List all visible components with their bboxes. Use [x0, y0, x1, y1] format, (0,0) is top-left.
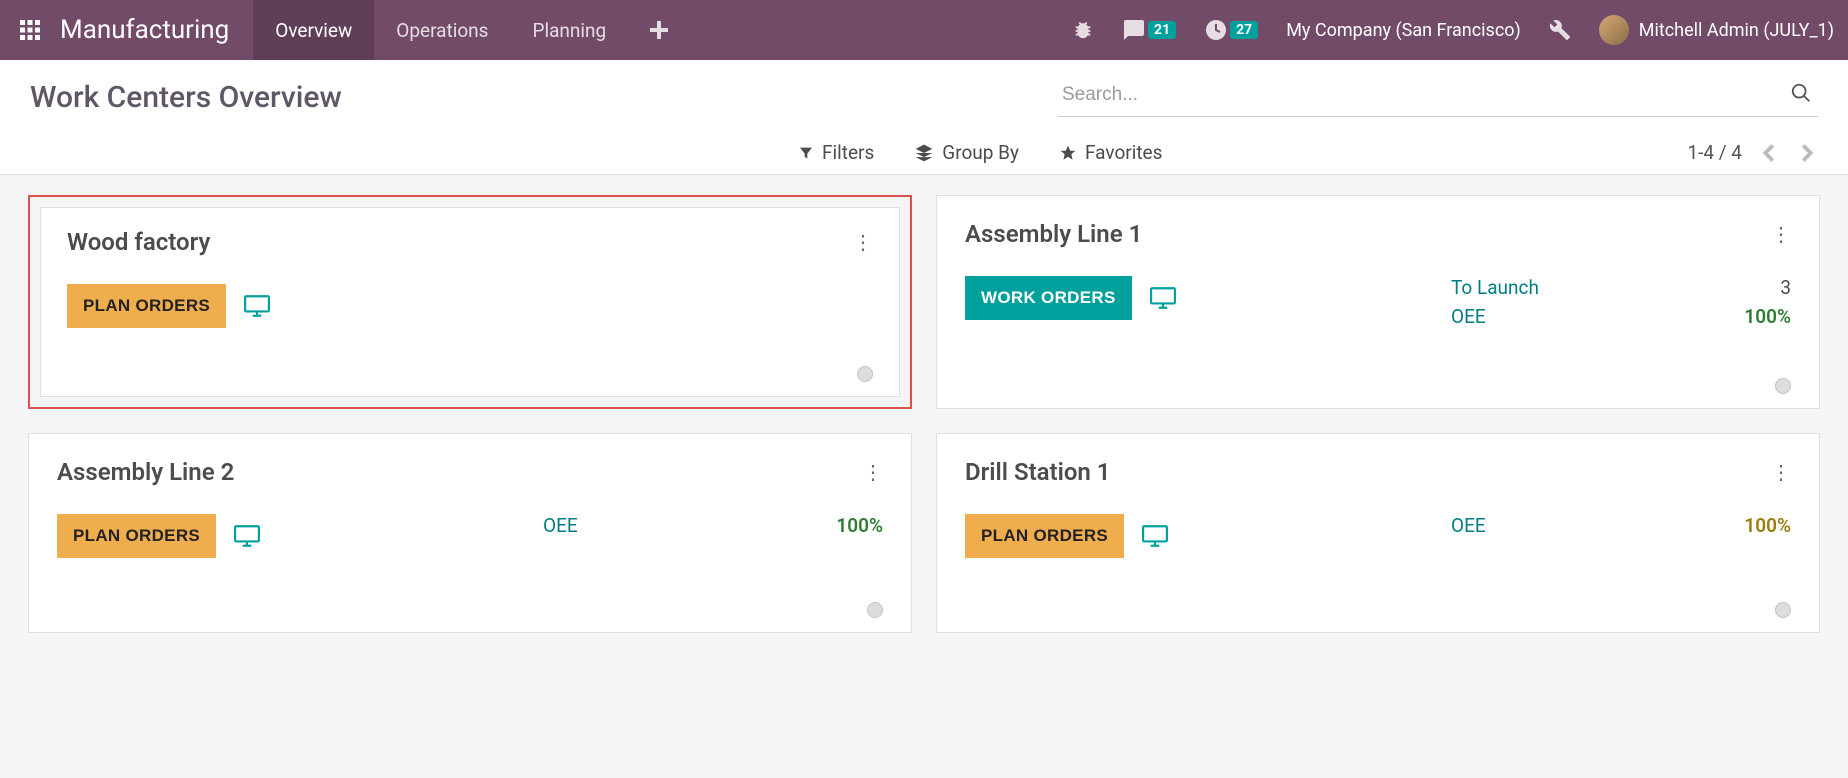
workcenter-card[interactable]: Assembly Line 1 ⋮ WORK ORDERS To Launch …	[936, 195, 1820, 409]
page-title: Work Centers Overview	[30, 80, 342, 115]
pager-next[interactable]	[1796, 143, 1818, 163]
company-switcher[interactable]: My Company (San Francisco)	[1272, 20, 1535, 41]
avatar	[1599, 15, 1629, 45]
workcenter-card[interactable]: Drill Station 1 ⋮ PLAN ORDERS OEE 100%	[936, 433, 1820, 633]
groupby-button[interactable]: Group By	[914, 141, 1019, 164]
search-icon[interactable]	[1790, 82, 1812, 104]
messaging-badge: 21	[1148, 21, 1176, 39]
app-brand[interactable]: Manufacturing	[60, 15, 253, 45]
stat-value: 100%	[1744, 305, 1791, 328]
monitor-icon[interactable]	[234, 525, 260, 547]
plan-orders-button[interactable]: PLAN ORDERS	[67, 284, 226, 328]
user-name: Mitchell Admin (JULY_1)	[1639, 20, 1834, 41]
stat-value: 100%	[1744, 514, 1791, 537]
stat-label[interactable]: To Launch	[1451, 276, 1539, 299]
workcenter-card[interactable]: Assembly Line 2 ⋮ PLAN ORDERS OEE 100%	[28, 433, 912, 633]
card-menu-icon[interactable]: ⋮	[1771, 224, 1791, 244]
status-dot[interactable]	[1775, 602, 1791, 618]
status-dot[interactable]	[857, 366, 873, 382]
nav-operations[interactable]: Operations	[374, 0, 510, 60]
pager-value[interactable]: 1-4 / 4	[1687, 141, 1742, 164]
monitor-icon[interactable]	[1150, 287, 1176, 309]
card-title: Assembly Line 1	[965, 220, 1142, 248]
stat-label[interactable]: OEE	[1451, 514, 1486, 537]
control-panel: Work Centers Overview Filters Group By F…	[0, 60, 1848, 175]
card-menu-icon[interactable]: ⋮	[1771, 462, 1791, 482]
activity-badge: 27	[1230, 21, 1258, 39]
search-input[interactable]	[1058, 78, 1818, 117]
card-title: Wood factory	[67, 228, 210, 256]
pager: 1-4 / 4	[1687, 141, 1818, 164]
debug-icon[interactable]	[1058, 19, 1108, 41]
user-menu[interactable]: Mitchell Admin (JULY_1)	[1585, 15, 1848, 45]
monitor-icon[interactable]	[244, 295, 270, 317]
kanban-view: Wood factory ⋮ PLAN ORDERS Assembly Line…	[0, 175, 1848, 653]
card-title: Assembly Line 2	[57, 458, 234, 486]
status-dot[interactable]	[867, 602, 883, 618]
nav-new-icon[interactable]	[628, 21, 690, 39]
main-navbar: Manufacturing Overview Operations Planni…	[0, 0, 1848, 60]
tools-icon[interactable]	[1535, 19, 1585, 41]
star-icon	[1059, 144, 1077, 162]
filters-button[interactable]: Filters	[798, 141, 874, 164]
work-orders-button[interactable]: WORK ORDERS	[965, 276, 1132, 320]
workcenter-card[interactable]: Wood factory ⋮ PLAN ORDERS	[28, 195, 912, 409]
status-dot[interactable]	[1775, 378, 1791, 394]
apps-icon[interactable]	[0, 20, 60, 40]
stat-value: 100%	[836, 514, 883, 537]
activity-icon[interactable]: 27	[1190, 18, 1272, 42]
card-menu-icon[interactable]: ⋮	[863, 462, 883, 482]
plan-orders-button[interactable]: PLAN ORDERS	[965, 514, 1124, 558]
stat-value: 3	[1780, 276, 1791, 299]
nav-planning[interactable]: Planning	[510, 0, 628, 60]
card-title: Drill Station 1	[965, 458, 1111, 486]
messaging-icon[interactable]: 21	[1108, 18, 1190, 42]
layers-icon	[914, 143, 934, 163]
pager-prev[interactable]	[1758, 143, 1780, 163]
card-menu-icon[interactable]: ⋮	[853, 232, 873, 252]
favorites-button[interactable]: Favorites	[1059, 141, 1162, 164]
plan-orders-button[interactable]: PLAN ORDERS	[57, 514, 216, 558]
stat-label[interactable]: OEE	[543, 514, 578, 537]
funnel-icon	[798, 145, 814, 161]
monitor-icon[interactable]	[1142, 525, 1168, 547]
nav-overview[interactable]: Overview	[253, 0, 374, 60]
stat-label[interactable]: OEE	[1451, 305, 1486, 328]
